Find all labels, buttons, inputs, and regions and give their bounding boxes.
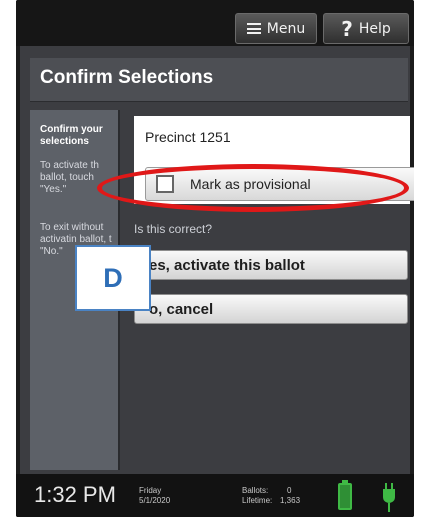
battery-icon <box>338 483 352 510</box>
help-button[interactable]: ? Help <box>323 13 409 44</box>
page-title: Confirm Selections <box>40 67 214 88</box>
yes-label: es, activate this ballot <box>149 256 305 274</box>
question-icon: ? <box>341 16 353 41</box>
menu-label: Menu <box>266 20 306 37</box>
annotation-badge: D <box>75 245 151 311</box>
confirm-question: Is this correct? <box>134 222 213 236</box>
menu-button[interactable]: Menu <box>235 13 317 44</box>
help-label: Help <box>358 20 391 37</box>
power-plug-icon <box>383 483 395 512</box>
status-bar: 1:32 PM Friday 5/1/2020 Ballots: 0 Lifet… <box>16 474 414 517</box>
title-bar: Confirm Selections <box>30 58 408 102</box>
top-bar: Menu ? Help <box>16 0 414 46</box>
lifetime-count: 1,363 <box>280 496 301 505</box>
day-label: Friday <box>139 486 162 495</box>
highlight-ellipse <box>97 164 409 212</box>
ballots-count: 0 <box>287 486 292 495</box>
date-label: 5/1/2020 <box>139 496 171 505</box>
menu-icon <box>246 23 261 34</box>
no-cancel-button[interactable]: o, cancel <box>134 294 408 324</box>
yes-activate-button[interactable]: es, activate this ballot <box>134 250 408 280</box>
precinct-label: Precinct 1251 <box>145 129 231 145</box>
clock-time: 1:32 PM <box>34 482 116 507</box>
lifetime-label: Lifetime: <box>242 496 273 505</box>
no-label: o, cancel <box>149 300 214 318</box>
sidebar-heading: Confirm your selections <box>40 124 103 147</box>
ballots-label: Ballots: <box>242 486 269 495</box>
